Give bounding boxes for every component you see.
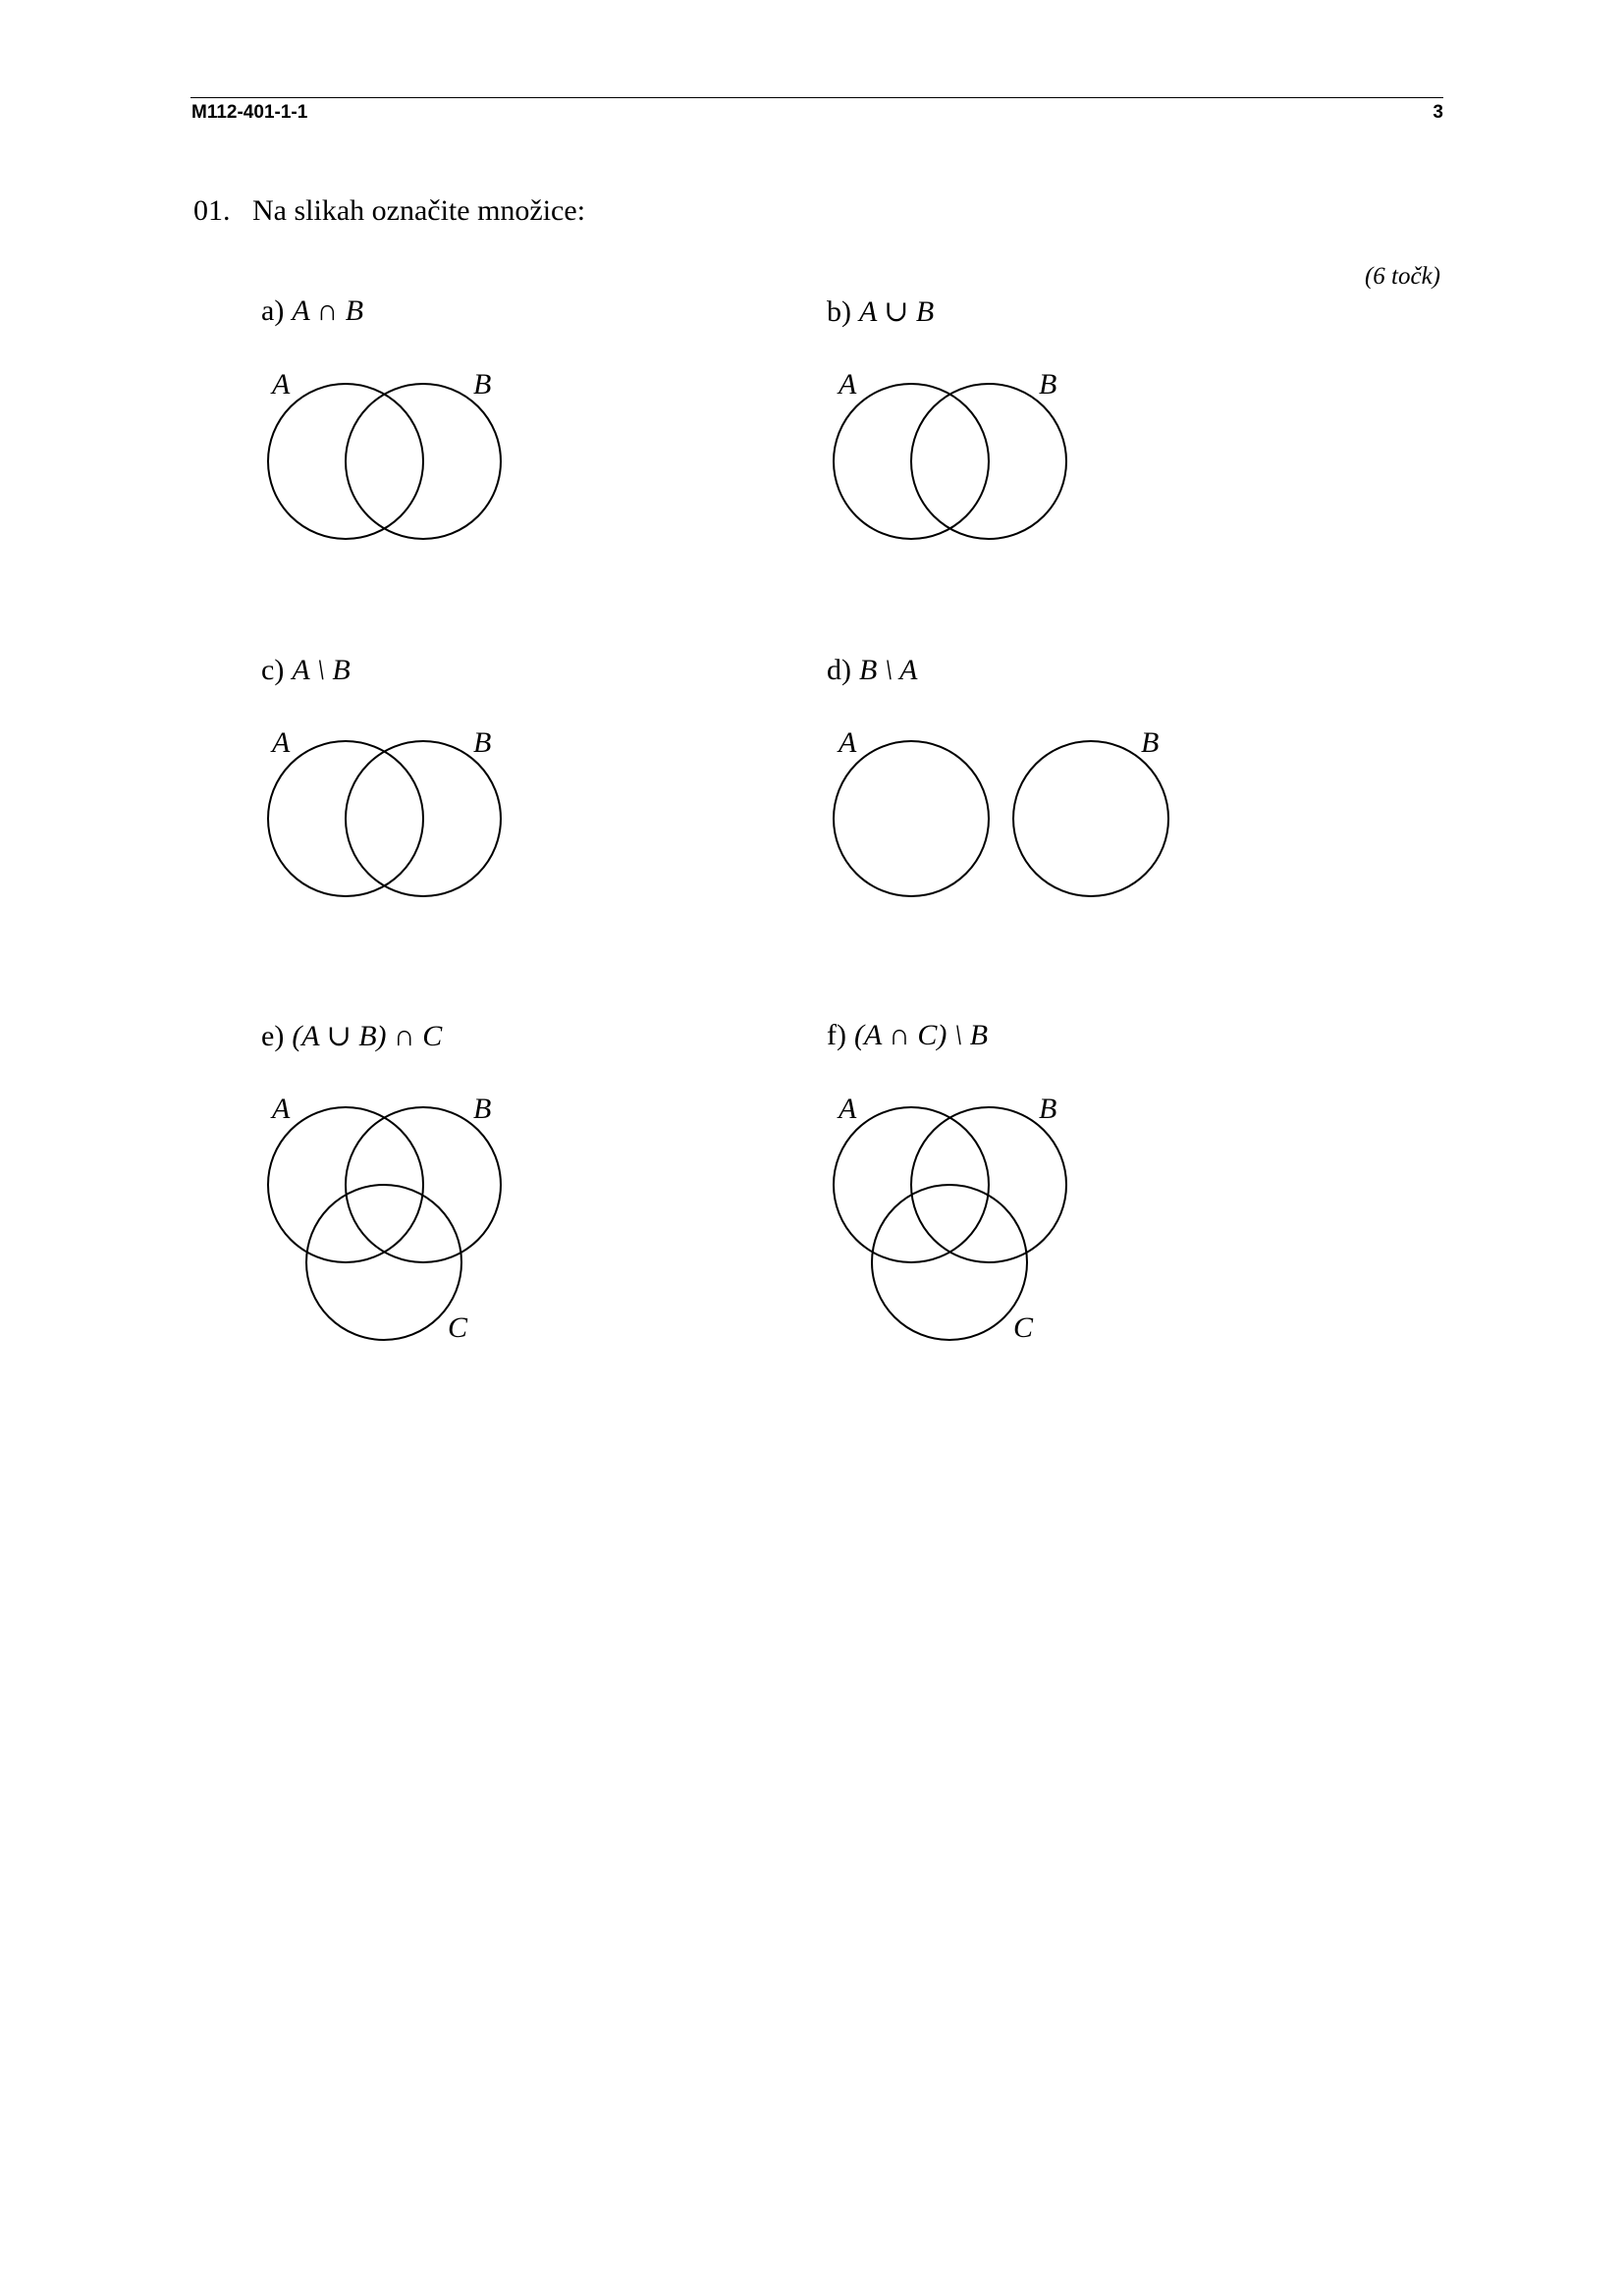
set-b-label: B: [473, 368, 491, 400]
task-expression: A \ B: [292, 654, 351, 686]
task-e-label: e) (A ∪ B) ∩ C: [261, 1019, 442, 1053]
set-b-circle[interactable]: [345, 1106, 502, 1263]
question-points: (6 točk): [1364, 263, 1440, 290]
question-01: 01. Na slikah označite množice:: [193, 194, 585, 228]
set-a-circle[interactable]: [833, 1106, 990, 1263]
set-a-label: A: [837, 726, 857, 759]
page-number: 3: [1433, 102, 1443, 123]
set-a-label: A: [837, 1093, 857, 1125]
set-a-label: A: [270, 368, 291, 400]
task-f-label: f) (A ∩ C) \ B: [827, 1019, 988, 1052]
venn-a[interactable]: A B: [267, 368, 502, 540]
task-expression: (A ∩ C) \ B: [853, 1019, 989, 1051]
set-a-label: A: [270, 1093, 291, 1125]
task-expression: A ∪ B: [859, 295, 935, 328]
task-c-label: c) A \ B: [261, 654, 351, 687]
set-c-label: C: [1013, 1311, 1034, 1344]
question-number: 01.: [193, 194, 231, 227]
venn-d[interactable]: A B: [833, 726, 1169, 897]
task-a-label: a) A ∩ B: [261, 294, 363, 328]
task-letter: f): [827, 1019, 846, 1051]
set-c-circle[interactable]: [871, 1184, 1028, 1341]
set-a-circle[interactable]: [267, 1106, 424, 1263]
task-expression: A ∩ B: [292, 294, 364, 327]
set-b-circle[interactable]: [1012, 740, 1169, 897]
question-text: Na slikah označite množice:: [252, 194, 586, 227]
set-a-circle[interactable]: [833, 383, 990, 540]
task-b-label: b) A ∪ B: [827, 294, 934, 329]
set-b-label: B: [1039, 1093, 1056, 1125]
set-b-label: B: [1141, 726, 1159, 759]
set-b-circle[interactable]: [910, 383, 1067, 540]
set-b-circle[interactable]: [345, 383, 502, 540]
venn-c[interactable]: A B: [267, 726, 502, 897]
set-b-circle[interactable]: [345, 740, 502, 897]
set-a-label: A: [270, 726, 291, 759]
venn-b[interactable]: A B: [833, 368, 1067, 540]
set-c-label: C: [448, 1311, 468, 1344]
set-a-circle[interactable]: [833, 740, 990, 897]
set-a-label: A: [837, 368, 857, 400]
venn-e[interactable]: A B C: [267, 1093, 502, 1344]
task-d-label: d) B \ A: [827, 654, 917, 687]
set-a-circle[interactable]: [267, 383, 424, 540]
exam-code: M112-401-1-1: [191, 102, 308, 123]
set-c-circle[interactable]: [305, 1184, 462, 1341]
set-a-circle[interactable]: [267, 740, 424, 897]
task-letter: e): [261, 1020, 285, 1052]
task-letter: b): [827, 295, 851, 328]
task-expression: (A ∪ B) ∩ C: [292, 1020, 443, 1052]
task-letter: a): [261, 294, 285, 327]
header-rule: [190, 97, 1443, 98]
task-expression: B \ A: [859, 654, 918, 686]
venn-f[interactable]: A B C: [833, 1093, 1067, 1344]
set-b-label: B: [1039, 368, 1056, 400]
venn-diagrams: A B A B A B A B A B C A B C: [267, 368, 1169, 1344]
set-b-label: B: [473, 726, 491, 759]
task-letter: d): [827, 654, 851, 686]
task-letter: c): [261, 654, 285, 686]
set-b-label: B: [473, 1093, 491, 1125]
set-b-circle[interactable]: [910, 1106, 1067, 1263]
